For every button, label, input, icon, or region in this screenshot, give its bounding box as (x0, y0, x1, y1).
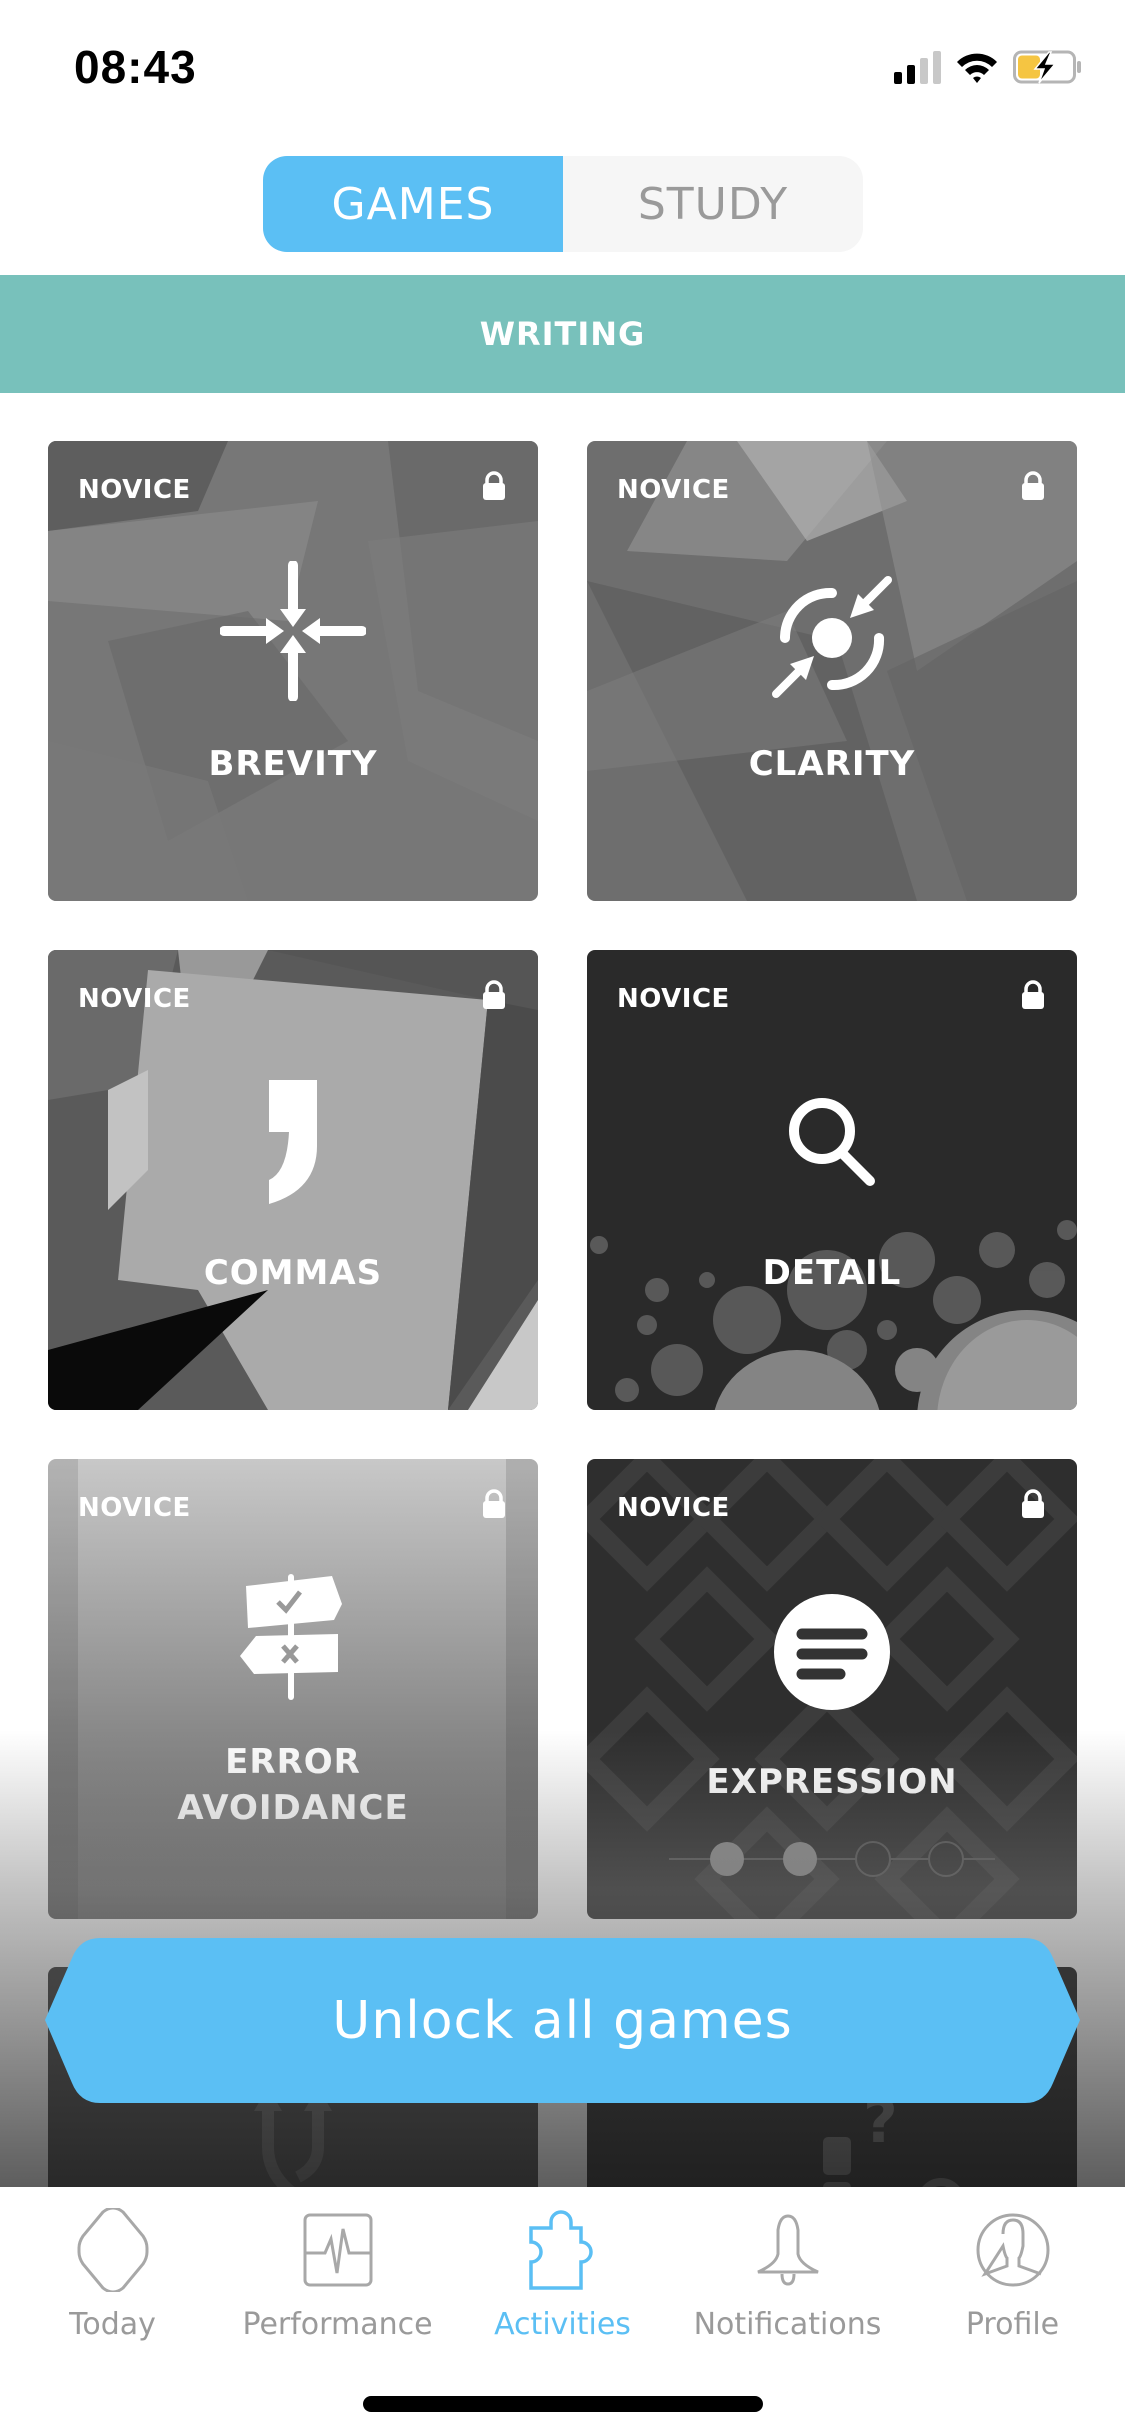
tab-profile[interactable]: Profile (900, 2207, 1125, 2342)
activities-screen: 08:43 GAMES STUDY WRITING NOVICE BREVITY… (0, 0, 1125, 2436)
home-indicator[interactable] (363, 2396, 763, 2412)
tab-label: Activities (494, 2307, 631, 2342)
tab-performance[interactable]: Performance (225, 2207, 450, 2342)
level-label: NOVICE (617, 984, 730, 1014)
magnifier-icon (789, 1098, 875, 1186)
unlock-button-label: Unlock all games (332, 1990, 793, 2051)
tab-label: Notifications (693, 2307, 882, 2342)
game-card-clarity[interactable]: NOVICE CLARITY (587, 441, 1077, 901)
lock-icon (1022, 980, 1044, 1009)
focus-target-icon (772, 576, 892, 698)
game-name-line-1: ERROR (225, 1742, 361, 1782)
tab-label: Today (69, 2307, 156, 2342)
progress-dot-filled (783, 1842, 817, 1876)
tab-study[interactable]: STUDY (563, 156, 863, 252)
category-banner: WRITING (0, 275, 1125, 393)
battery-charging-icon (1013, 50, 1081, 84)
games-study-toggle: GAMES STUDY (263, 156, 863, 252)
tab-label: Profile (965, 2307, 1060, 2342)
game-name: EXPRESSION (706, 1762, 958, 1802)
tab-label: Performance (242, 2307, 433, 2342)
level-label: NOVICE (617, 475, 730, 505)
tab-today[interactable]: Today (0, 2207, 225, 2342)
game-name: BREVITY (208, 744, 378, 784)
hexagon-icon (77, 2208, 148, 2292)
profile-icon (976, 2213, 1049, 2287)
game-card-detail[interactable]: NOVICE DETAIL (587, 950, 1077, 1410)
tab-games[interactable]: GAMES (263, 156, 563, 252)
level-label: NOVICE (78, 475, 191, 505)
game-name: CLARITY (748, 744, 916, 784)
game-name: ERROR AVOIDANCE (48, 1739, 538, 1831)
level-label: NOVICE (78, 1493, 191, 1523)
progress-dot-empty (928, 1841, 964, 1877)
status-time: 08:43 (74, 41, 197, 93)
compress-arrows-icon (220, 561, 366, 701)
wifi-icon (957, 53, 997, 83)
cellular-signal-icon (894, 50, 941, 84)
lock-icon (483, 1489, 505, 1518)
comma-icon (269, 1080, 317, 1204)
level-label: NOVICE (617, 1493, 730, 1523)
game-name: COMMAS (203, 1253, 383, 1293)
progress-dot-empty (855, 1841, 891, 1877)
pulse-chart-icon (303, 2213, 372, 2287)
game-card-commas[interactable]: NOVICE COMMAS (48, 950, 538, 1410)
game-card-expression[interactable]: NOVICE EXPRESSION (587, 1459, 1077, 1919)
tab-activities[interactable]: Activities (450, 2207, 675, 2342)
lock-icon (483, 980, 505, 1009)
game-name: DETAIL (762, 1253, 902, 1293)
game-card-error-avoidance[interactable]: NOVICE ERROR AVOIDANCE (48, 1459, 538, 1919)
progress-dot-filled (710, 1842, 744, 1876)
game-card-brevity[interactable]: NOVICE BREVITY (48, 441, 538, 901)
unlock-all-games-button[interactable]: Unlock all games (45, 1938, 1080, 2103)
level-label: NOVICE (78, 984, 191, 1014)
progress-dots (669, 1841, 995, 1877)
category-title: WRITING (479, 315, 646, 353)
lock-icon (483, 471, 505, 500)
status-icons (894, 50, 1083, 84)
lock-icon (1022, 471, 1044, 500)
puzzle-icon (528, 2210, 593, 2290)
text-bubble-icon (774, 1594, 890, 1710)
bell-icon (756, 2214, 819, 2286)
signpost-icon (240, 1574, 342, 1700)
game-name-line-2: AVOIDANCE (177, 1788, 409, 1828)
tab-notifications[interactable]: Notifications (675, 2207, 900, 2342)
lock-icon (1022, 1489, 1044, 1518)
